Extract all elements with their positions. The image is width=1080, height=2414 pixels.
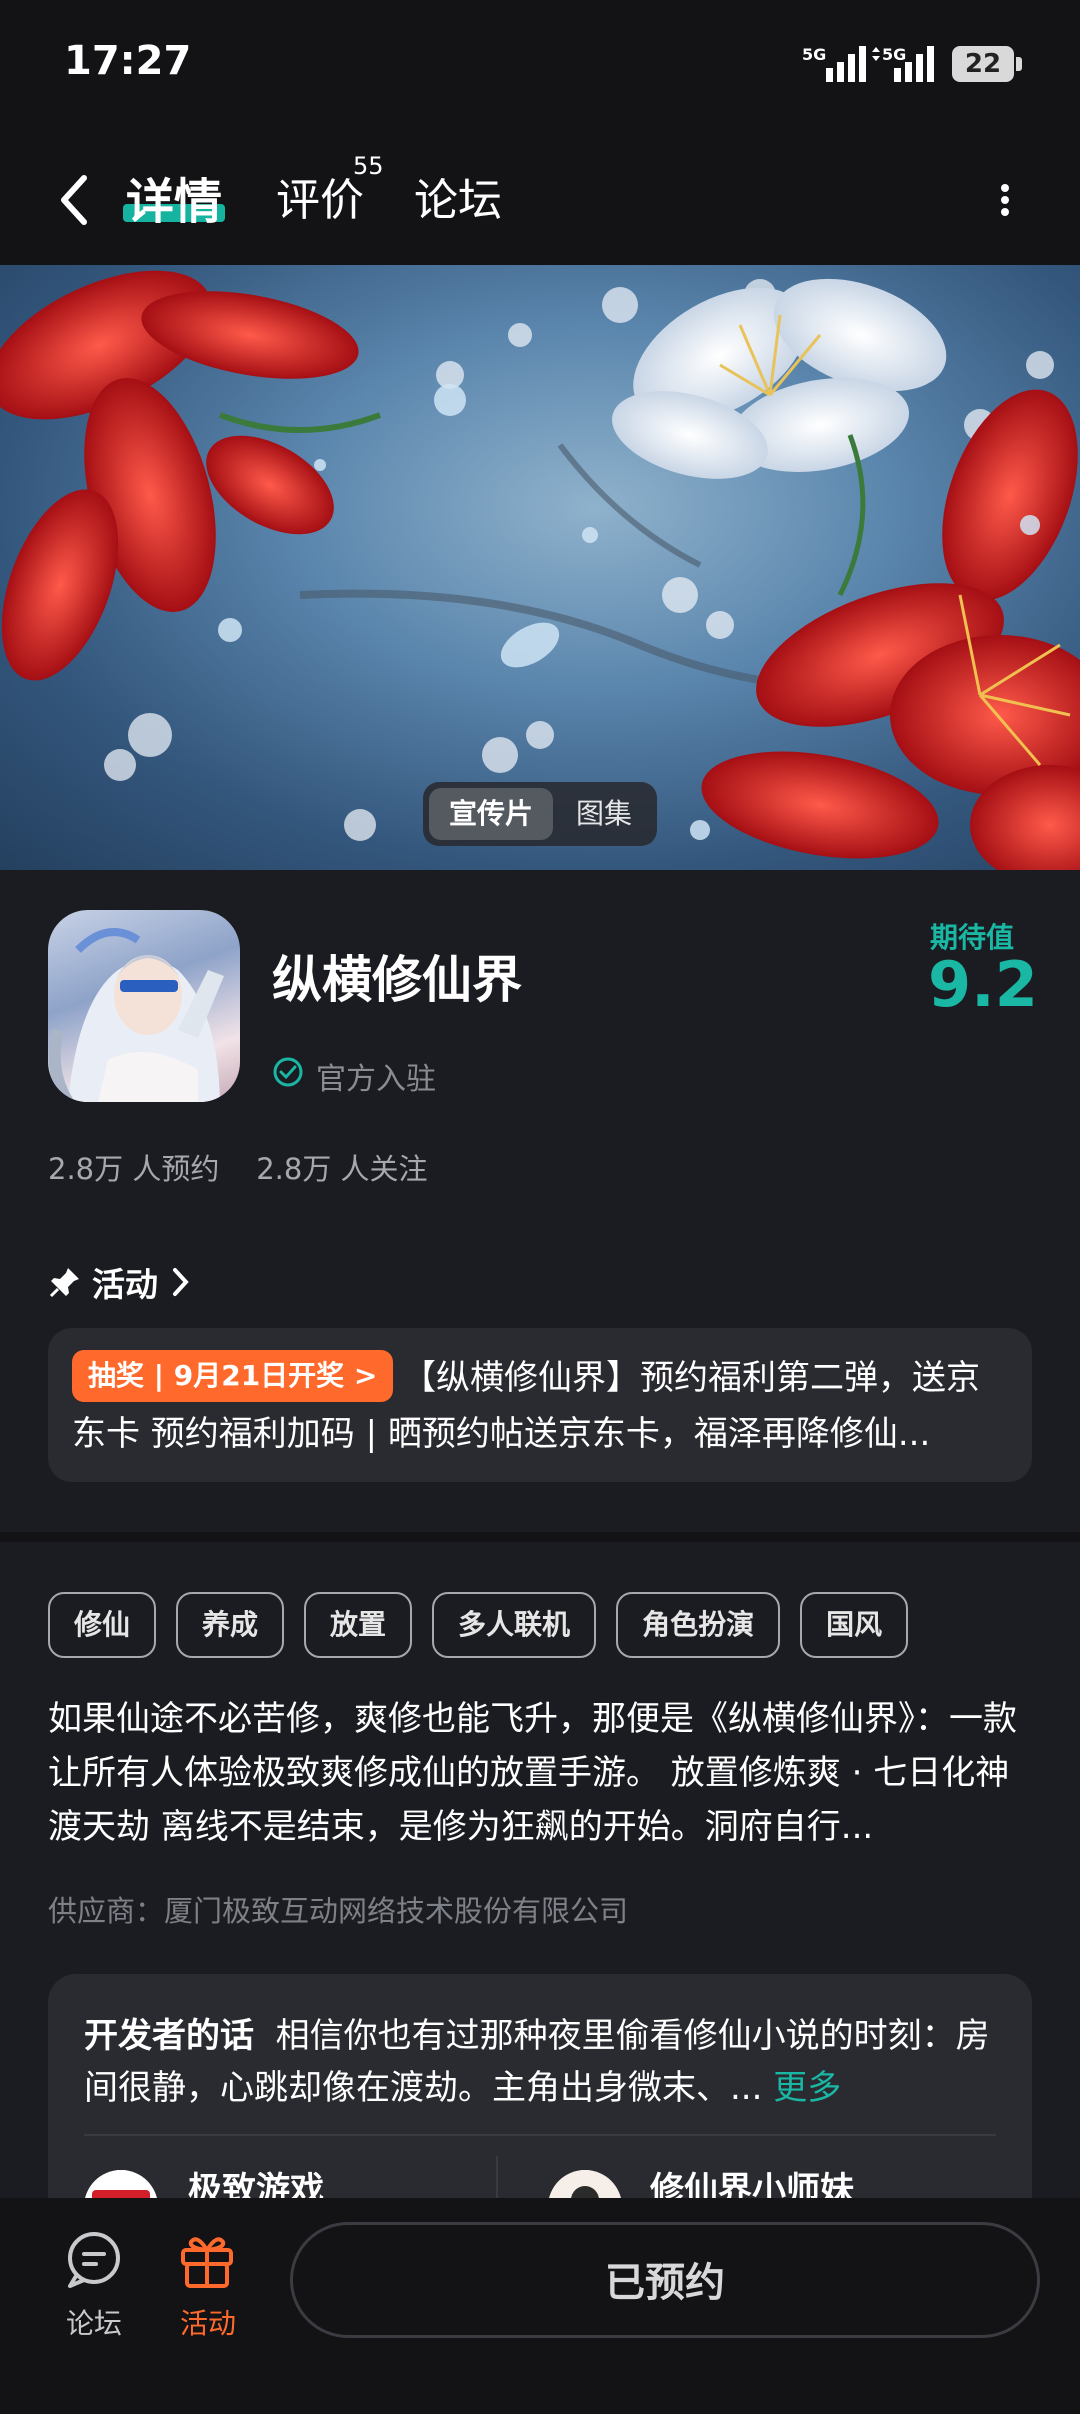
supplier-info: 供应商：厦门极致互动网络技术股份有限公司 [48,1894,629,1928]
reserved-button[interactable]: 已预约 [290,2222,1040,2338]
tag-chip[interactable]: 国风 [800,1592,909,1658]
gift-icon[interactable] [175,2228,239,2292]
game-description[interactable]: 如果仙途不必苦修，爽修也能飞升，那便是《纵横修仙界》：一款让所有人体验极致爽修成… [48,1692,1038,1854]
tag-chip[interactable]: 角色扮演 [616,1592,781,1658]
developer-note: 开发者的话 相信你也有过那种夜里偷看修仙小说的时刻：房间很静，心跳却像在渡劫。主… [84,2010,994,2114]
expectation-score: 9.2 [928,948,1038,1021]
verified-icon [273,1057,303,1087]
bottom-action-bar: 论坛 活动 已预约 [0,2198,1080,2414]
tag-chip[interactable]: 多人联机 [432,1592,597,1658]
tab-reviews[interactable]: 评价 [276,164,364,228]
toggle-gallery[interactable]: 图集 [557,788,651,840]
status-bar: 17:27 5G 5G 22 [0,0,1080,130]
tab-details[interactable]: 详情 [126,162,222,232]
media-toggle: 宣传片 图集 [423,782,657,846]
signal-icon: 5G [802,45,866,82]
follow-stats: 2.8万 人预约 2.8万 人关注 [48,1152,428,1186]
tag-chip[interactable]: 放置 [304,1592,413,1658]
tag-chip[interactable]: 养成 [176,1592,285,1658]
hero-banner[interactable] [0,265,1080,870]
app-icon [48,910,240,1102]
activity-card[interactable]: 【纵横修仙界】预约福利第二弹，送京东卡 预约福利加码 | 晒预约帖送京东卡，福泽… [48,1328,1032,1482]
lottery-badge: 抽奖 | 9月21日开奖 > [72,1350,394,1402]
section-divider [0,1532,1080,1542]
forum-icon[interactable] [62,2228,126,2292]
more-options-icon[interactable] [990,170,1020,230]
tag-list: 修仙 养成 放置 多人联机 角色扮演 国风 [48,1592,1048,1658]
top-nav: 详情 评价 55 论坛 [0,130,1080,265]
status-time: 17:27 [64,38,192,84]
verified-label: 官方入驻 [316,1062,436,1097]
forum-label[interactable]: 论坛 [66,2302,122,2342]
app-name: 纵横修仙界 [272,951,522,1009]
activity-title: 活动 [92,1265,158,1304]
battery-icon: 22 [952,46,1022,82]
signal-label: 5G [802,45,826,64]
activity-header[interactable]: 活动 [48,1258,196,1306]
more-link[interactable]: 更多 [773,2068,841,2108]
back-icon[interactable] [50,170,100,230]
signal-label-2: 5G [882,45,906,64]
developer-note-title: 开发者的话 [84,2016,254,2056]
reviews-count-badge: 55 [353,152,384,180]
chevron-right-icon [173,1268,189,1296]
tag-chip[interactable]: 修仙 [48,1592,157,1658]
activity-tab-label[interactable]: 活动 [180,2302,236,2342]
hero-artwork [0,270,1080,870]
signal-icon-2: 5G [872,45,934,82]
app-icon-art [48,928,224,1102]
card-divider [84,2134,996,2136]
tab-forum[interactable]: 论坛 [414,164,502,228]
pin-icon [49,1268,79,1298]
toggle-video[interactable]: 宣传片 [429,788,553,840]
